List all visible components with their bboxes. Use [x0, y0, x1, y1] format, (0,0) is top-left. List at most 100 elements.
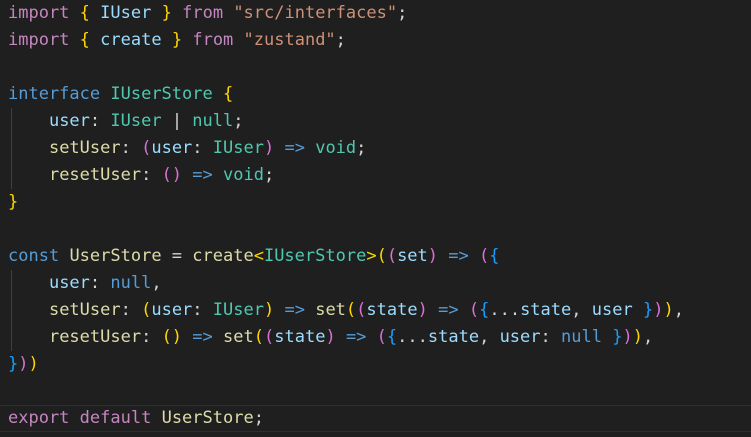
code-token: ( — [356, 300, 367, 320]
code-token: ) — [417, 300, 428, 320]
code-line[interactable]: const UserStore = create<IUserStore>((se… — [0, 243, 751, 270]
code-token: IUserStore — [110, 84, 213, 104]
code-token: ) — [427, 246, 439, 266]
code-token: ) — [663, 300, 674, 320]
code-token: ) — [18, 354, 29, 374]
code-token: => — [345, 327, 367, 347]
code-token: null — [192, 111, 234, 131]
code-area[interactable]: import { IUser } from "src/interfaces"; i… — [0, 0, 751, 432]
code-token: user — [151, 138, 193, 158]
code-token: "zustand" — [243, 30, 336, 50]
code-line[interactable]: import { create } from "zustand"; — [0, 27, 751, 54]
code-token: set — [223, 327, 254, 347]
code-line[interactable]: setUser: (user: IUser) => void; — [0, 135, 751, 162]
code-token: ( — [376, 327, 387, 347]
code-token: set — [397, 246, 428, 266]
code-line[interactable]: } — [0, 189, 751, 216]
code-line[interactable]: import { IUser } from "src/interfaces"; — [0, 0, 751, 27]
code-token: ; — [335, 30, 346, 50]
code-token: ) — [632, 327, 643, 347]
code-token: => — [192, 327, 213, 347]
code-token: IUser — [110, 111, 162, 131]
code-token: ) — [28, 354, 39, 374]
code-line[interactable]: })) — [0, 351, 751, 378]
code-line[interactable] — [0, 216, 751, 243]
code-token: "src/interfaces" — [233, 3, 398, 23]
indent-guide — [11, 162, 12, 189]
code-line[interactable]: resetUser: () => void; — [0, 162, 751, 189]
code-token: ( — [376, 246, 387, 266]
code-token: ... — [489, 300, 521, 320]
code-token: from — [192, 30, 234, 50]
code-line[interactable] — [0, 378, 751, 405]
code-token: ( — [253, 327, 264, 347]
code-token: ) — [325, 327, 336, 347]
code-token: > — [366, 246, 377, 266]
code-token: } — [161, 3, 172, 23]
code-token: ( — [468, 300, 480, 320]
code-token: , — [642, 327, 654, 347]
code-token: : — [141, 327, 162, 347]
code-line[interactable]: setUser: (user: IUser) => set((state) =>… — [0, 297, 751, 324]
code-token: export — [8, 408, 70, 428]
code-token: { — [79, 30, 90, 50]
code-line[interactable]: interface IUserStore { — [0, 81, 751, 108]
code-token: : — [89, 273, 111, 293]
code-token: , — [571, 300, 592, 320]
code-token: user — [48, 273, 90, 293]
code-line[interactable] — [0, 54, 751, 81]
indent-guide — [11, 135, 12, 162]
code-token: => — [284, 138, 305, 158]
code-token: ( — [141, 138, 152, 158]
code-line[interactable]: user: null, — [0, 270, 751, 297]
code-token: null — [561, 327, 602, 347]
code-token: from — [182, 3, 224, 23]
code-token: IUser — [212, 300, 264, 320]
code-token: void — [223, 165, 264, 185]
code-line[interactable]: user: IUser | null; — [0, 108, 751, 135]
code-token: : — [192, 138, 213, 158]
code-token: state — [274, 327, 326, 347]
indent-guide — [11, 324, 12, 351]
code-token: setUser — [48, 138, 121, 158]
code-token: ) — [622, 327, 633, 347]
code-token: import — [8, 30, 70, 50]
code-line[interactable]: resetUser: () => set((state) => ({...sta… — [0, 324, 751, 351]
code-token: } — [612, 327, 623, 347]
code-token: ) — [653, 300, 664, 320]
code-token: : — [120, 300, 142, 320]
code-token: ; — [356, 138, 367, 158]
code-token: set — [315, 300, 346, 320]
code-token: => — [438, 300, 459, 320]
code-token: user — [499, 327, 541, 347]
code-line[interactable]: export default UserStore; — [0, 405, 751, 432]
code-token: : — [120, 138, 142, 158]
code-token: default — [79, 408, 152, 428]
code-editor[interactable]: import { IUser } from "src/interfaces"; i… — [0, 0, 751, 437]
code-token: { — [222, 84, 234, 104]
code-token: state — [427, 327, 480, 347]
code-token: : — [141, 165, 162, 185]
code-token: state — [366, 300, 418, 320]
